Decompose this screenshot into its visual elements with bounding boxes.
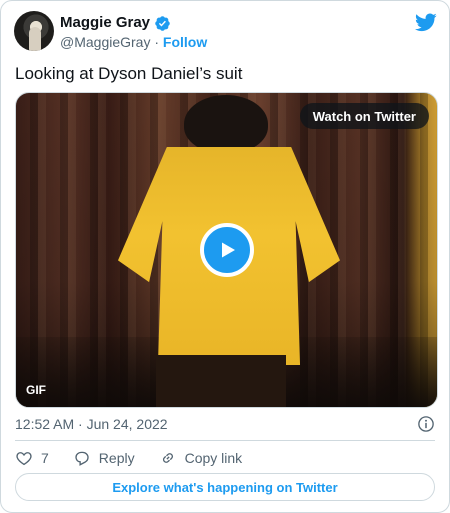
display-name[interactable]: Maggie Gray: [60, 14, 150, 32]
person-head: [184, 95, 268, 153]
handle-row: @MaggieGray · Follow: [60, 33, 207, 51]
handle-separator: ·: [154, 34, 160, 50]
play-button[interactable]: [200, 223, 254, 277]
name-row: Maggie Gray: [60, 14, 171, 32]
heart-icon: [16, 452, 32, 466]
like-button[interactable]: 7: [15, 449, 49, 467]
handle[interactable]: @MaggieGray: [60, 34, 150, 50]
reply-label: Reply: [98, 450, 135, 466]
gif-media[interactable]: Watch on Twitter GIF: [15, 92, 438, 408]
action-bar: 7 Reply Copy link: [15, 446, 266, 470]
tweet-header: Maggie Gray @MaggieGray · Follow: [14, 11, 437, 55]
gif-badge: GIF: [26, 383, 46, 397]
info-icon[interactable]: [417, 415, 435, 433]
reply-button[interactable]: Reply: [73, 449, 135, 467]
tweet-text: Looking at Dyson Daniel’s suit: [15, 64, 243, 83]
person-legs: [156, 355, 286, 407]
divider: [15, 440, 435, 441]
copy-link-button[interactable]: Copy link: [159, 449, 243, 467]
follow-link[interactable]: Follow: [163, 34, 207, 50]
tweet-card: Maggie Gray @MaggieGray · Follow Looking…: [0, 0, 450, 513]
timestamp[interactable]: 12:52 AM · Jun 24, 2022: [15, 416, 168, 432]
like-count: 7: [41, 450, 49, 466]
play-icon: [222, 242, 235, 258]
avatar[interactable]: [14, 11, 54, 51]
copy-link-label: Copy link: [184, 450, 243, 466]
reply-icon: [75, 451, 89, 466]
watch-on-twitter-button[interactable]: Watch on Twitter: [299, 103, 429, 129]
verified-badge-icon: [154, 15, 171, 32]
link-icon: [162, 453, 173, 463]
twitter-logo-icon[interactable]: [414, 11, 437, 33]
explore-button[interactable]: Explore what's happening on Twitter: [15, 473, 435, 501]
timestamp-row: 12:52 AM · Jun 24, 2022: [15, 415, 435, 435]
